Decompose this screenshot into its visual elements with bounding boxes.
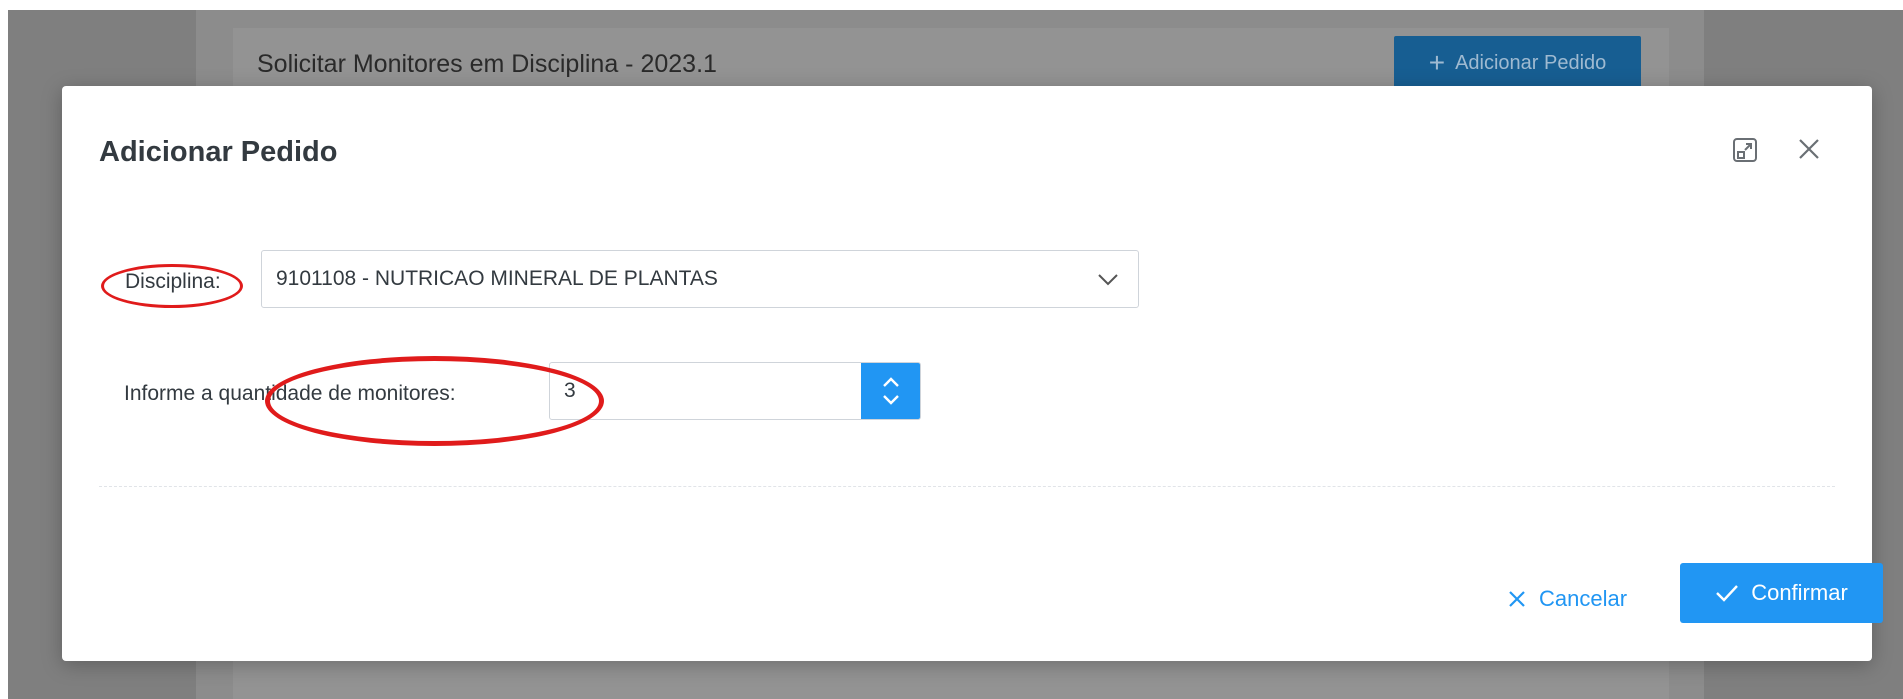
close-icon[interactable] [1794, 134, 1824, 164]
close-icon [1509, 591, 1525, 607]
disciplina-select[interactable]: 9101108 - NUTRICAO MINERAL DE PLANTAS [261, 250, 1139, 308]
backdrop-top-strip [0, 0, 1903, 10]
disciplina-label: Disciplina: [125, 270, 221, 293]
cancel-button-label: Cancelar [1539, 586, 1628, 611]
plus-icon: + [1428, 47, 1446, 78]
add-request-dialog: Adicionar Pedido Disciplina: 9101108 - N… [62, 86, 1883, 661]
stepper-buttons [861, 363, 920, 419]
confirm-button[interactable]: Confirmar [1680, 563, 1883, 623]
footer-divider [99, 486, 1835, 487]
backdrop-left-strip [0, 0, 8, 699]
check-icon [1716, 585, 1739, 602]
cancel-button[interactable]: Cancelar [1507, 581, 1627, 617]
add-request-button[interactable]: + Adicionar Pedido [1394, 36, 1641, 90]
disciplina-selected-value: 9101108 - NUTRICAO MINERAL DE PLANTAS [276, 267, 718, 290]
add-request-button-label: Adicionar Pedido [1455, 51, 1607, 74]
confirm-button-label: Confirmar [1751, 580, 1848, 605]
maximize-icon[interactable] [1731, 136, 1759, 164]
dialog-title: Adicionar Pedido [99, 136, 338, 168]
backdrop-page-title: Solicitar Monitores em Disciplina - 2023… [257, 50, 717, 78]
chevron-down-icon[interactable] [882, 394, 900, 406]
quantidade-label: Informe a quantidade de monitores: [124, 382, 456, 405]
chevron-up-icon[interactable] [882, 376, 900, 388]
chevron-down-icon [1098, 274, 1118, 286]
quantidade-stepper [549, 362, 921, 420]
quantidade-input[interactable] [550, 363, 861, 419]
